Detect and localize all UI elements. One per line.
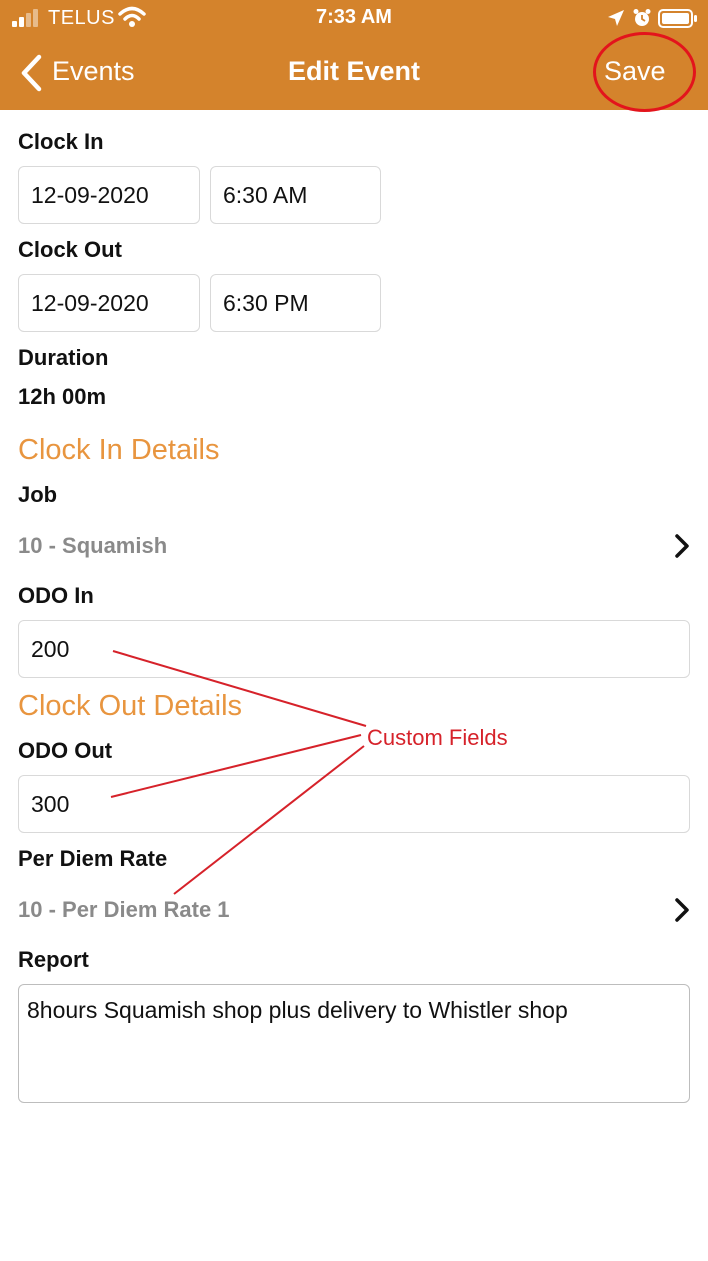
battery-icon [658,9,697,28]
odo-in-label: ODO In [18,583,94,608]
status-bar: TELUS 7:33 AM [0,0,708,36]
clock-in-label: Clock In [18,129,104,154]
clock-out-time-field[interactable]: 6:30 PM [210,274,381,332]
report-label: Report [18,947,89,972]
job-picker[interactable]: 10 - Squamish [18,525,690,565]
chevron-right-icon [675,898,689,922]
custom-fields-annotation: Custom Fields [367,725,508,750]
clock-in-date-field[interactable]: 12-09-2020 [18,166,200,224]
duration-label: Duration [18,345,109,370]
odo-out-field[interactable]: 300 [18,775,690,833]
report-textarea[interactable]: 8hours Squamish shop plus delivery to Wh… [18,984,690,1103]
annotation-circle [593,32,696,112]
clock-out-date-field[interactable]: 12-09-2020 [18,274,200,332]
clock-in-details-heading: Clock In Details [18,434,220,466]
per-diem-value: 10 - Per Diem Rate 1 [18,897,230,922]
per-diem-label: Per Diem Rate [18,846,168,871]
location-arrow-icon [608,10,624,26]
duration-value: 12h 00m [18,384,107,409]
chevron-right-icon [675,534,689,558]
alarm-clock-icon [633,9,651,26]
per-diem-picker[interactable]: 10 - Per Diem Rate 1 [18,889,690,929]
job-label: Job [18,482,58,507]
status-time: 7:33 AM [316,6,392,28]
job-value: 10 - Squamish [18,533,168,558]
clock-out-details-heading: Clock Out Details [18,690,243,722]
odo-in-field[interactable]: 200 [18,620,690,678]
clock-in-time-field[interactable]: 6:30 AM [210,166,381,224]
odo-out-label: ODO Out [18,738,113,763]
clock-out-label: Clock Out [18,237,122,262]
